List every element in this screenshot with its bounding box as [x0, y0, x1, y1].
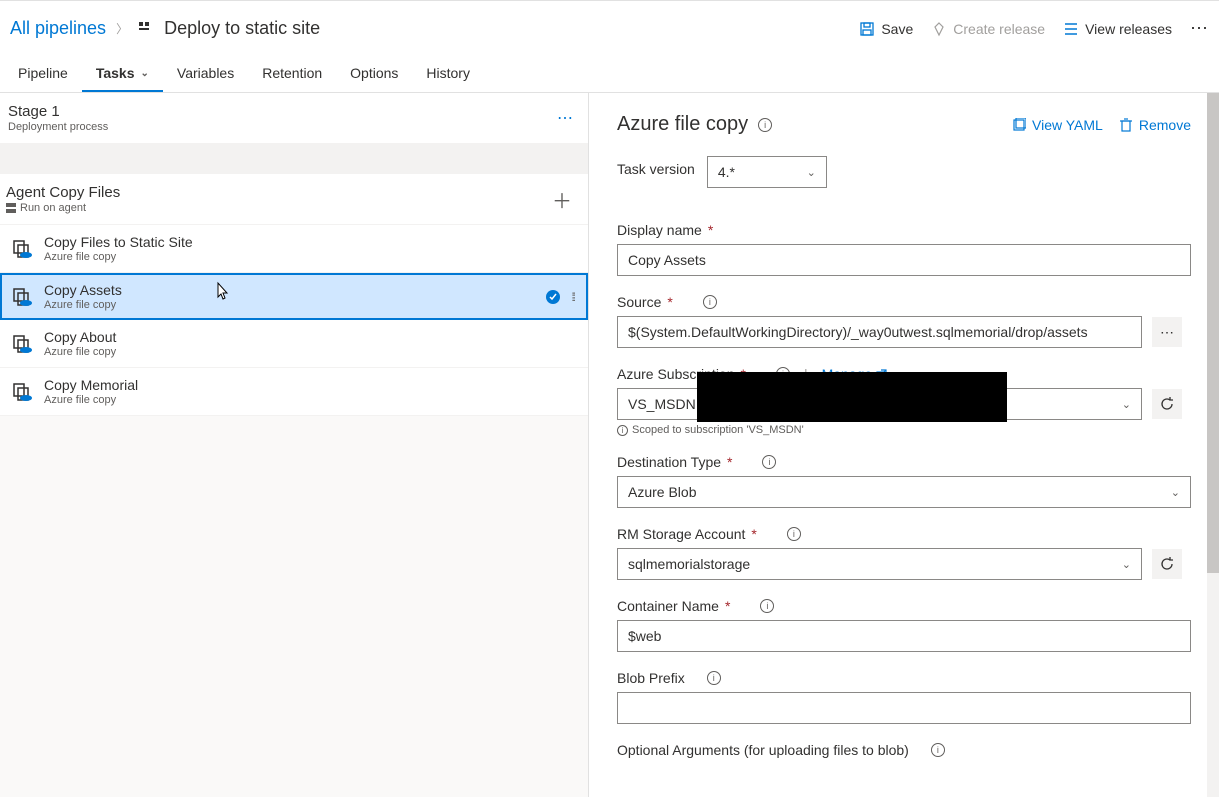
stage-more-menu[interactable]: ⋯	[557, 108, 574, 128]
breadcrumb-root[interactable]: All pipelines	[10, 18, 106, 39]
display-name-value: Copy Assets	[628, 252, 706, 268]
agent-job-subtitle: Run on agent	[20, 202, 86, 214]
azure-file-copy-icon	[10, 237, 34, 261]
rocket-icon	[931, 21, 947, 37]
source-label: Source	[617, 294, 661, 310]
agent-job-title[interactable]: Agent Copy Files	[6, 184, 552, 201]
destination-type-label: Destination Type	[617, 454, 721, 470]
task-status-ok-icon	[545, 289, 561, 305]
info-icon[interactable]: i	[762, 455, 776, 469]
save-icon	[859, 21, 875, 37]
storage-account-select[interactable]: sqlmemorialstorage ⌄	[617, 548, 1142, 580]
chevron-down-icon: ⌄	[1122, 558, 1131, 571]
remove-button[interactable]: Remove	[1119, 117, 1191, 133]
required-indicator: *	[725, 598, 730, 614]
stage-subtitle: Deployment process	[8, 121, 557, 133]
stage-title[interactable]: Stage 1	[8, 103, 557, 120]
panel-title: Azure file copy	[617, 113, 748, 136]
view-yaml-label: View YAML	[1032, 117, 1103, 133]
azure-subscription-value: VS_MSDN	[628, 396, 696, 412]
add-task-button[interactable]: ＋	[552, 185, 572, 214]
task-item[interactable]: Copy Assets Azure file copy ⁞⁞	[0, 273, 588, 320]
view-releases-label: View releases	[1085, 21, 1172, 37]
task-subtitle: Azure file copy	[44, 299, 535, 311]
blob-prefix-input[interactable]	[617, 692, 1191, 724]
tab-tasks-label: Tasks	[96, 65, 135, 81]
required-indicator: *	[727, 454, 732, 470]
view-yaml-button[interactable]: View YAML	[1012, 117, 1103, 133]
breadcrumb-current[interactable]: Deploy to static site	[164, 18, 320, 39]
container-name-value: $web	[628, 628, 661, 644]
create-release-button: Create release	[931, 21, 1045, 37]
task-item[interactable]: Copy Memorial Azure file copy	[0, 368, 588, 416]
drag-handle-icon[interactable]: ⁞⁞	[571, 290, 574, 304]
azure-file-copy-icon	[10, 332, 34, 356]
more-menu[interactable]: ⋯	[1190, 18, 1209, 39]
tab-pipeline[interactable]: Pipeline	[4, 56, 82, 92]
save-button[interactable]: Save	[859, 21, 913, 37]
display-name-input[interactable]: Copy Assets	[617, 244, 1191, 276]
required-indicator: *	[667, 294, 672, 310]
task-item[interactable]: Copy Files to Static Site Azure file cop…	[0, 225, 588, 273]
info-icon[interactable]: i	[760, 599, 774, 613]
storage-account-value: sqlmemorialstorage	[628, 556, 750, 572]
destination-type-select[interactable]: Azure Blob ⌄	[617, 476, 1191, 508]
chevron-right-icon: 〉	[116, 20, 128, 37]
info-icon[interactable]: i	[758, 118, 772, 132]
server-icon	[6, 203, 16, 213]
info-icon[interactable]: i	[703, 295, 717, 309]
task-version-select[interactable]: 4.* ⌄	[707, 156, 827, 188]
tab-variables[interactable]: Variables	[163, 56, 248, 92]
storage-account-label: RM Storage Account	[617, 526, 745, 542]
azure-file-copy-icon	[10, 285, 34, 309]
source-value: $(System.DefaultWorkingDirectory)/_way0u…	[628, 324, 1088, 340]
task-title: Copy Files to Static Site	[44, 234, 574, 250]
task-version-value: 4.*	[718, 164, 735, 180]
scrollbar[interactable]	[1207, 93, 1219, 797]
redacted-area	[697, 372, 1007, 422]
required-indicator: *	[708, 222, 713, 238]
info-icon[interactable]: i	[707, 671, 721, 685]
browse-button[interactable]: ⋯	[1152, 317, 1182, 347]
blob-prefix-label: Blob Prefix	[617, 670, 685, 686]
info-icon[interactable]: i	[787, 527, 801, 541]
container-name-input[interactable]: $web	[617, 620, 1191, 652]
azure-file-copy-icon	[10, 380, 34, 404]
tasks-list-panel: Stage 1 Deployment process ⋯ Agent Copy …	[0, 93, 589, 797]
task-version-label: Task version	[617, 161, 695, 177]
task-detail-panel: Azure file copy i View YAML Remove Task	[589, 93, 1219, 797]
chevron-down-icon: ⌄	[1171, 486, 1180, 499]
task-title: Copy Assets	[44, 282, 535, 298]
task-subtitle: Azure file copy	[44, 251, 574, 263]
task-subtitle: Azure file copy	[44, 394, 574, 406]
optional-args-label: Optional Arguments (for uploading files …	[617, 742, 909, 758]
scoped-text: Scoped to subscription 'VS_MSDN'	[632, 424, 804, 436]
chevron-down-icon: ⌄	[1122, 398, 1131, 411]
view-releases-button[interactable]: View releases	[1063, 21, 1172, 37]
info-icon[interactable]: i	[931, 743, 945, 757]
task-title: Copy Memorial	[44, 377, 574, 393]
task-title: Copy About	[44, 329, 574, 345]
tab-options[interactable]: Options	[336, 56, 412, 92]
tab-retention[interactable]: Retention	[248, 56, 336, 92]
tab-tasks[interactable]: Tasks ⌄	[82, 56, 163, 92]
chevron-down-icon: ⌄	[141, 68, 149, 79]
tab-history[interactable]: History	[412, 56, 484, 92]
chevron-down-icon: ⌄	[807, 166, 816, 179]
destination-type-value: Azure Blob	[628, 484, 696, 500]
refresh-button[interactable]	[1152, 549, 1182, 579]
info-icon: i	[617, 425, 628, 436]
task-item[interactable]: Copy About Azure file copy	[0, 320, 588, 368]
required-indicator: *	[751, 526, 756, 542]
display-name-label: Display name	[617, 222, 702, 238]
list-icon	[1063, 21, 1079, 37]
container-name-label: Container Name	[617, 598, 719, 614]
task-subtitle: Azure file copy	[44, 346, 574, 358]
refresh-button[interactable]	[1152, 389, 1182, 419]
save-label: Save	[881, 21, 913, 37]
remove-label: Remove	[1139, 117, 1191, 133]
source-input[interactable]: $(System.DefaultWorkingDirectory)/_way0u…	[617, 316, 1142, 348]
create-release-label: Create release	[953, 21, 1045, 37]
pipeline-icon	[138, 21, 154, 37]
